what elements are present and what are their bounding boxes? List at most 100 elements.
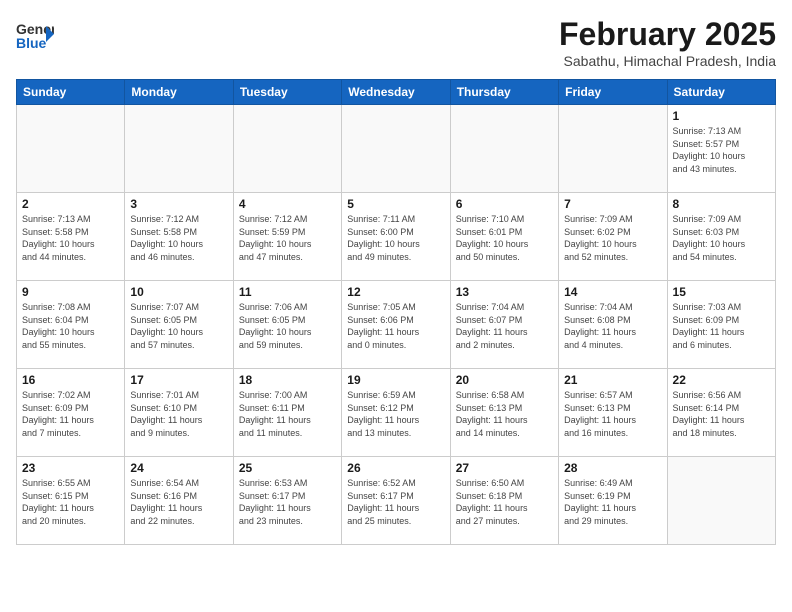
day-number: 11: [239, 285, 336, 299]
calendar-week-4: 16 Sunrise: 7:02 AM Sunset: 6:09 PM Dayli…: [17, 369, 776, 457]
calendar-cell: 23 Sunrise: 6:55 AM Sunset: 6:15 PM Dayli…: [17, 457, 125, 545]
day-number: 8: [673, 197, 770, 211]
day-info: Sunrise: 7:12 AM Sunset: 5:58 PM Dayligh…: [130, 213, 227, 263]
calendar-cell: 14 Sunrise: 7:04 AM Sunset: 6:08 PM Dayli…: [559, 281, 667, 369]
day-info: Sunrise: 6:57 AM Sunset: 6:13 PM Dayligh…: [564, 389, 661, 439]
day-info: Sunrise: 6:49 AM Sunset: 6:19 PM Dayligh…: [564, 477, 661, 527]
calendar-cell: 7Sunrise: 7:09 AM Sunset: 6:02 PM Daylig…: [559, 193, 667, 281]
calendar-cell: [667, 457, 775, 545]
day-info: Sunrise: 7:03 AM Sunset: 6:09 PM Dayligh…: [673, 301, 770, 351]
calendar-cell: 18 Sunrise: 7:00 AM Sunset: 6:11 PM Dayli…: [233, 369, 341, 457]
location-subtitle: Sabathu, Himachal Pradesh, India: [559, 53, 776, 69]
calendar-cell: 15 Sunrise: 7:03 AM Sunset: 6:09 PM Dayli…: [667, 281, 775, 369]
calendar-cell: 3 Sunrise: 7:12 AM Sunset: 5:58 PM Daylig…: [125, 193, 233, 281]
day-number: 21: [564, 373, 661, 387]
weekday-header-tuesday: Tuesday: [233, 80, 341, 105]
weekday-header-row: SundayMondayTuesdayWednesdayThursdayFrid…: [17, 80, 776, 105]
calendar-week-3: 9 Sunrise: 7:08 AM Sunset: 6:04 PM Daylig…: [17, 281, 776, 369]
day-info: Sunrise: 7:01 AM Sunset: 6:10 PM Dayligh…: [130, 389, 227, 439]
calendar-cell: 26Sunrise: 6:52 AM Sunset: 6:17 PM Dayli…: [342, 457, 450, 545]
calendar-cell: 6Sunrise: 7:10 AM Sunset: 6:01 PM Daylig…: [450, 193, 558, 281]
day-number: 17: [130, 373, 227, 387]
day-info: Sunrise: 7:07 AM Sunset: 6:05 PM Dayligh…: [130, 301, 227, 351]
day-number: 6: [456, 197, 553, 211]
calendar-cell: 21 Sunrise: 6:57 AM Sunset: 6:13 PM Dayli…: [559, 369, 667, 457]
calendar-cell: 1 Sunrise: 7:13 AM Sunset: 5:57 PM Daylig…: [667, 105, 775, 193]
calendar-cell: 13 Sunrise: 7:04 AM Sunset: 6:07 PM Dayli…: [450, 281, 558, 369]
calendar-cell: [233, 105, 341, 193]
day-info: Sunrise: 7:02 AM Sunset: 6:09 PM Dayligh…: [22, 389, 119, 439]
day-number: 25: [239, 461, 336, 475]
calendar-cell: 16 Sunrise: 7:02 AM Sunset: 6:09 PM Dayli…: [17, 369, 125, 457]
calendar-cell: 27 Sunrise: 6:50 AM Sunset: 6:18 PM Dayli…: [450, 457, 558, 545]
month-title: February 2025: [559, 16, 776, 53]
calendar-cell: 11 Sunrise: 7:06 AM Sunset: 6:05 PM Dayli…: [233, 281, 341, 369]
calendar-cell: 12 Sunrise: 7:05 AM Sunset: 6:06 PM Dayli…: [342, 281, 450, 369]
day-info: Sunrise: 7:09 AM Sunset: 6:02 PM Dayligh…: [564, 213, 661, 263]
weekday-header-monday: Monday: [125, 80, 233, 105]
calendar-cell: 5Sunrise: 7:11 AM Sunset: 6:00 PM Daylig…: [342, 193, 450, 281]
day-number: 23: [22, 461, 119, 475]
logo-icon: General Blue: [16, 16, 54, 59]
day-number: 28: [564, 461, 661, 475]
day-info: Sunrise: 6:59 AM Sunset: 6:12 PM Dayligh…: [347, 389, 444, 439]
calendar-cell: 24Sunrise: 6:54 AM Sunset: 6:16 PM Dayli…: [125, 457, 233, 545]
calendar-cell: 8 Sunrise: 7:09 AM Sunset: 6:03 PM Daylig…: [667, 193, 775, 281]
day-info: Sunrise: 6:55 AM Sunset: 6:15 PM Dayligh…: [22, 477, 119, 527]
calendar-cell: 19Sunrise: 6:59 AM Sunset: 6:12 PM Dayli…: [342, 369, 450, 457]
weekday-header-friday: Friday: [559, 80, 667, 105]
calendar-week-2: 2 Sunrise: 7:13 AM Sunset: 5:58 PM Daylig…: [17, 193, 776, 281]
day-info: Sunrise: 6:52 AM Sunset: 6:17 PM Dayligh…: [347, 477, 444, 527]
weekday-header-saturday: Saturday: [667, 80, 775, 105]
calendar-cell: [559, 105, 667, 193]
day-number: 16: [22, 373, 119, 387]
day-number: 9: [22, 285, 119, 299]
day-number: 14: [564, 285, 661, 299]
day-number: 13: [456, 285, 553, 299]
calendar-cell: [342, 105, 450, 193]
weekday-header-wednesday: Wednesday: [342, 80, 450, 105]
calendar-cell: 9 Sunrise: 7:08 AM Sunset: 6:04 PM Daylig…: [17, 281, 125, 369]
calendar-cell: 2 Sunrise: 7:13 AM Sunset: 5:58 PM Daylig…: [17, 193, 125, 281]
day-info: Sunrise: 6:54 AM Sunset: 6:16 PM Dayligh…: [130, 477, 227, 527]
day-number: 15: [673, 285, 770, 299]
day-number: 27: [456, 461, 553, 475]
calendar-cell: [125, 105, 233, 193]
day-info: Sunrise: 7:00 AM Sunset: 6:11 PM Dayligh…: [239, 389, 336, 439]
title-block: February 2025 Sabathu, Himachal Pradesh,…: [559, 16, 776, 69]
day-number: 12: [347, 285, 444, 299]
svg-text:Blue: Blue: [16, 35, 47, 51]
calendar-cell: 4 Sunrise: 7:12 AM Sunset: 5:59 PM Daylig…: [233, 193, 341, 281]
day-info: Sunrise: 7:11 AM Sunset: 6:00 PM Dayligh…: [347, 213, 444, 263]
day-info: Sunrise: 7:04 AM Sunset: 6:08 PM Dayligh…: [564, 301, 661, 351]
day-info: Sunrise: 7:13 AM Sunset: 5:57 PM Dayligh…: [673, 125, 770, 175]
day-number: 20: [456, 373, 553, 387]
day-number: 3: [130, 197, 227, 211]
day-info: Sunrise: 7:13 AM Sunset: 5:58 PM Dayligh…: [22, 213, 119, 263]
calendar-week-5: 23 Sunrise: 6:55 AM Sunset: 6:15 PM Dayli…: [17, 457, 776, 545]
calendar-cell: [450, 105, 558, 193]
day-info: Sunrise: 7:12 AM Sunset: 5:59 PM Dayligh…: [239, 213, 336, 263]
day-info: Sunrise: 6:50 AM Sunset: 6:18 PM Dayligh…: [456, 477, 553, 527]
calendar-cell: 28 Sunrise: 6:49 AM Sunset: 6:19 PM Dayli…: [559, 457, 667, 545]
page-header: General Blue February 2025 Sabathu, Hima…: [16, 16, 776, 69]
day-number: 18: [239, 373, 336, 387]
day-number: 1: [673, 109, 770, 123]
calendar-cell: 20 Sunrise: 6:58 AM Sunset: 6:13 PM Dayli…: [450, 369, 558, 457]
calendar-cell: 25 Sunrise: 6:53 AM Sunset: 6:17 PM Dayli…: [233, 457, 341, 545]
day-info: Sunrise: 6:53 AM Sunset: 6:17 PM Dayligh…: [239, 477, 336, 527]
weekday-header-thursday: Thursday: [450, 80, 558, 105]
day-info: Sunrise: 7:04 AM Sunset: 6:07 PM Dayligh…: [456, 301, 553, 351]
day-number: 22: [673, 373, 770, 387]
calendar-cell: 22 Sunrise: 6:56 AM Sunset: 6:14 PM Dayli…: [667, 369, 775, 457]
day-info: Sunrise: 6:56 AM Sunset: 6:14 PM Dayligh…: [673, 389, 770, 439]
day-number: 2: [22, 197, 119, 211]
day-info: Sunrise: 6:58 AM Sunset: 6:13 PM Dayligh…: [456, 389, 553, 439]
day-info: Sunrise: 7:08 AM Sunset: 6:04 PM Dayligh…: [22, 301, 119, 351]
calendar-table: SundayMondayTuesdayWednesdayThursdayFrid…: [16, 79, 776, 545]
day-info: Sunrise: 7:06 AM Sunset: 6:05 PM Dayligh…: [239, 301, 336, 351]
day-info: Sunrise: 7:09 AM Sunset: 6:03 PM Dayligh…: [673, 213, 770, 263]
day-number: 4: [239, 197, 336, 211]
calendar-cell: 17 Sunrise: 7:01 AM Sunset: 6:10 PM Dayli…: [125, 369, 233, 457]
day-info: Sunrise: 7:05 AM Sunset: 6:06 PM Dayligh…: [347, 301, 444, 351]
